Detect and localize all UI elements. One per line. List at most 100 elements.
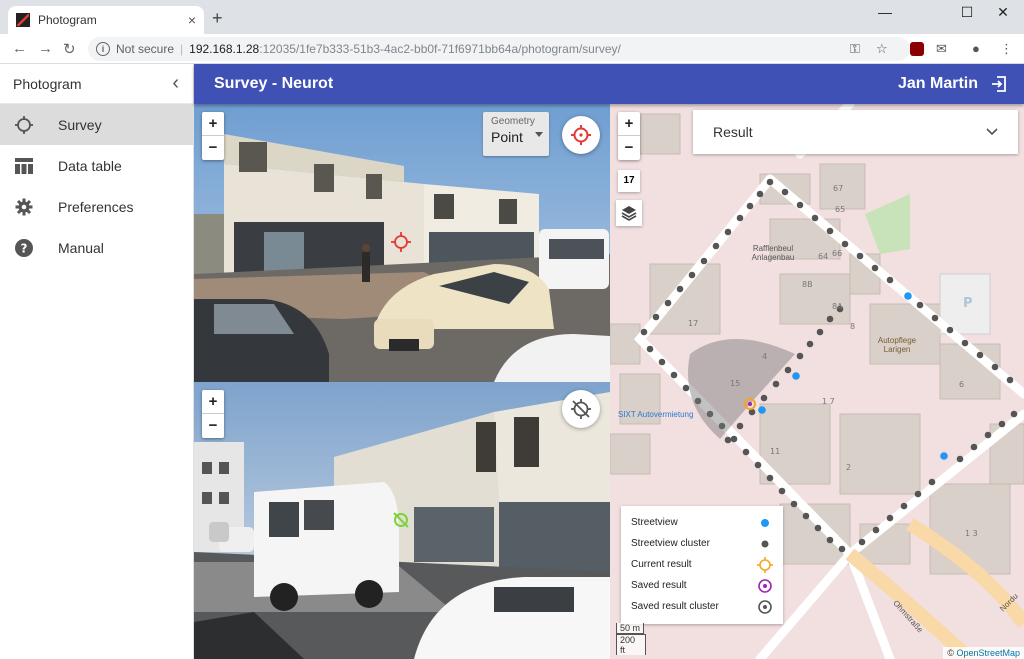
mail-extension-icon[interactable]: ✉ bbox=[936, 41, 947, 57]
user-menu[interactable]: Jan Martin bbox=[898, 75, 1008, 93]
poi-label-autopflege: Autopflege Larigen bbox=[877, 336, 917, 354]
sidebar-item-label: Survey bbox=[58, 116, 102, 133]
sidebar-title: Photogram bbox=[13, 75, 82, 92]
menu-kebab-icon[interactable]: ⋮ bbox=[1000, 41, 1013, 57]
table-icon bbox=[14, 156, 34, 176]
result-placeholder: Result bbox=[713, 124, 753, 140]
close-window-icon[interactable]: ✕ bbox=[980, 4, 1024, 21]
location-disabled-icon bbox=[571, 399, 591, 419]
url-separator: | bbox=[180, 42, 184, 56]
app-header: Survey - Neurot Jan Martin bbox=[194, 64, 1024, 104]
legend-label: Streetview cluster bbox=[631, 538, 710, 549]
osm-link[interactable]: OpenStreetMap bbox=[956, 648, 1020, 658]
dropdown-caret-icon bbox=[535, 132, 543, 137]
legend-saved-result-cluster: Saved result cluster bbox=[631, 596, 773, 617]
svg-text:15: 15 bbox=[730, 379, 740, 388]
sidebar-item-label: Preferences bbox=[58, 198, 134, 215]
legend-label: Current result bbox=[631, 559, 692, 570]
house-number-1: 67 bbox=[833, 184, 843, 193]
forward-icon[interactable]: → bbox=[38, 40, 53, 57]
streetview-photo-bottom[interactable]: + − bbox=[194, 382, 610, 659]
info-icon[interactable]: i bbox=[96, 42, 110, 56]
svg-text:8: 8 bbox=[850, 322, 855, 331]
svg-text:1 3: 1 3 bbox=[965, 529, 978, 538]
key-icon[interactable]: ⚿ bbox=[850, 41, 860, 57]
svg-text:66: 66 bbox=[832, 249, 842, 258]
map-zoom-level: 17 bbox=[618, 170, 640, 192]
photo-bottom-zoom-control: + − bbox=[202, 390, 224, 438]
browser-tab[interactable]: Photogram × bbox=[8, 6, 204, 34]
geometry-label: Geometry bbox=[491, 116, 535, 127]
map-attribution: © OpenStreetMap bbox=[943, 647, 1024, 659]
browser-toolbar: ← → ↻ i Not secure | 192.168.1.28 :12035… bbox=[0, 34, 1024, 64]
photo-top-zoom-out-button[interactable]: − bbox=[202, 136, 224, 160]
streetview-image-bottom bbox=[194, 382, 610, 659]
help-icon: ? bbox=[14, 238, 34, 258]
sidebar-item-label: Data table bbox=[58, 157, 122, 174]
map-zoom-in-button[interactable]: + bbox=[618, 112, 640, 136]
sidebar-header: Photogram ‹ bbox=[0, 64, 193, 104]
tab-close-button[interactable]: × bbox=[188, 12, 196, 28]
ublock-extension-icon[interactable] bbox=[910, 42, 924, 56]
chevron-down-icon bbox=[986, 128, 998, 136]
collapse-sidebar-icon[interactable]: ‹ bbox=[172, 72, 179, 95]
address-bar[interactable]: i Not secure | 192.168.1.28 :12035/1fe7b… bbox=[88, 37, 910, 61]
layers-button[interactable] bbox=[616, 200, 642, 226]
svg-text:1 7: 1 7 bbox=[822, 397, 835, 406]
sidebar-item-preferences[interactable]: Preferences bbox=[0, 186, 193, 227]
url-path: :12035/1fe7b333-51b3-4ac2-bb0f-71f6971bb… bbox=[259, 42, 621, 56]
geometry-value: Point bbox=[491, 129, 523, 145]
bookmark-star-icon[interactable]: ☆ bbox=[876, 41, 888, 57]
map-view[interactable]: 67 65 66 64 8B 8A 8 17 4 15 1 7 11 2 6 1… bbox=[610, 104, 1024, 659]
scale-imperial: 200 ft bbox=[616, 634, 646, 655]
sidebar-item-data-table[interactable]: Data table bbox=[0, 145, 193, 186]
geometry-select[interactable]: Geometry Point bbox=[483, 112, 549, 156]
layers-icon bbox=[621, 206, 637, 221]
photo-bottom-zoom-in-button[interactable]: + bbox=[202, 390, 224, 414]
new-tab-button[interactable]: + bbox=[212, 8, 223, 29]
legend-label: Saved result cluster bbox=[631, 601, 719, 612]
scale-metric: 50 m bbox=[616, 623, 644, 634]
svg-text:64: 64 bbox=[818, 252, 828, 261]
photo-top-zoom-control: + − bbox=[202, 112, 224, 160]
logout-icon[interactable] bbox=[990, 75, 1008, 93]
map-zoom-control: + − bbox=[618, 112, 640, 160]
photo-top-zoom-in-button[interactable]: + bbox=[202, 112, 224, 136]
legend-streetview: Streetview bbox=[631, 512, 773, 533]
map-zoom-out-button[interactable]: − bbox=[618, 136, 640, 160]
user-name: Jan Martin bbox=[897, 75, 978, 92]
photo-bottom-zoom-out-button[interactable]: − bbox=[202, 414, 224, 438]
tab-title: Photogram bbox=[38, 13, 97, 27]
svg-text:11: 11 bbox=[770, 447, 780, 456]
poi-label-sixt: SIXT Autovermietung bbox=[618, 410, 694, 419]
svg-text:2: 2 bbox=[846, 463, 851, 472]
orange-target-icon bbox=[757, 556, 773, 573]
crosshair-icon bbox=[14, 115, 34, 135]
map-legend: Streetview Streetview cluster Current re… bbox=[621, 506, 783, 624]
gray-target-icon bbox=[757, 599, 773, 615]
sidebar-item-survey[interactable]: Survey bbox=[0, 104, 193, 145]
map-scale: 50 m 200 ft bbox=[616, 623, 646, 655]
back-icon[interactable]: ← bbox=[12, 40, 27, 57]
svg-text:P: P bbox=[963, 296, 973, 311]
legend-saved-result: Saved result bbox=[631, 575, 773, 596]
streetview-photo-top[interactable]: + − Geometry Point bbox=[194, 104, 610, 382]
sidebar: Photogram ‹ Survey Data table Preference… bbox=[0, 64, 194, 659]
result-select[interactable]: Result bbox=[693, 110, 1018, 154]
legend-current-result: Current result bbox=[631, 554, 773, 575]
reload-icon[interactable]: ↻ bbox=[63, 40, 76, 58]
sidebar-item-manual[interactable]: ? Manual bbox=[0, 227, 193, 268]
security-status: Not secure bbox=[116, 42, 175, 56]
locate-button-top[interactable] bbox=[562, 116, 600, 154]
profile-icon[interactable]: ● bbox=[972, 41, 980, 56]
crosshair-red-icon bbox=[571, 125, 591, 145]
svg-text:6: 6 bbox=[959, 380, 964, 389]
minimize-window-icon[interactable]: — bbox=[862, 4, 908, 20]
locate-disabled-button-bottom[interactable] bbox=[562, 390, 600, 428]
page-title: Survey - Neurot bbox=[214, 75, 334, 92]
poi-label-rafflenbeul: Rafflenbeul Anlagenbau bbox=[751, 244, 795, 262]
gear-icon bbox=[14, 197, 34, 217]
purple-target-icon bbox=[757, 578, 773, 594]
svg-text:?: ? bbox=[21, 241, 28, 255]
svg-text:65: 65 bbox=[835, 205, 845, 214]
